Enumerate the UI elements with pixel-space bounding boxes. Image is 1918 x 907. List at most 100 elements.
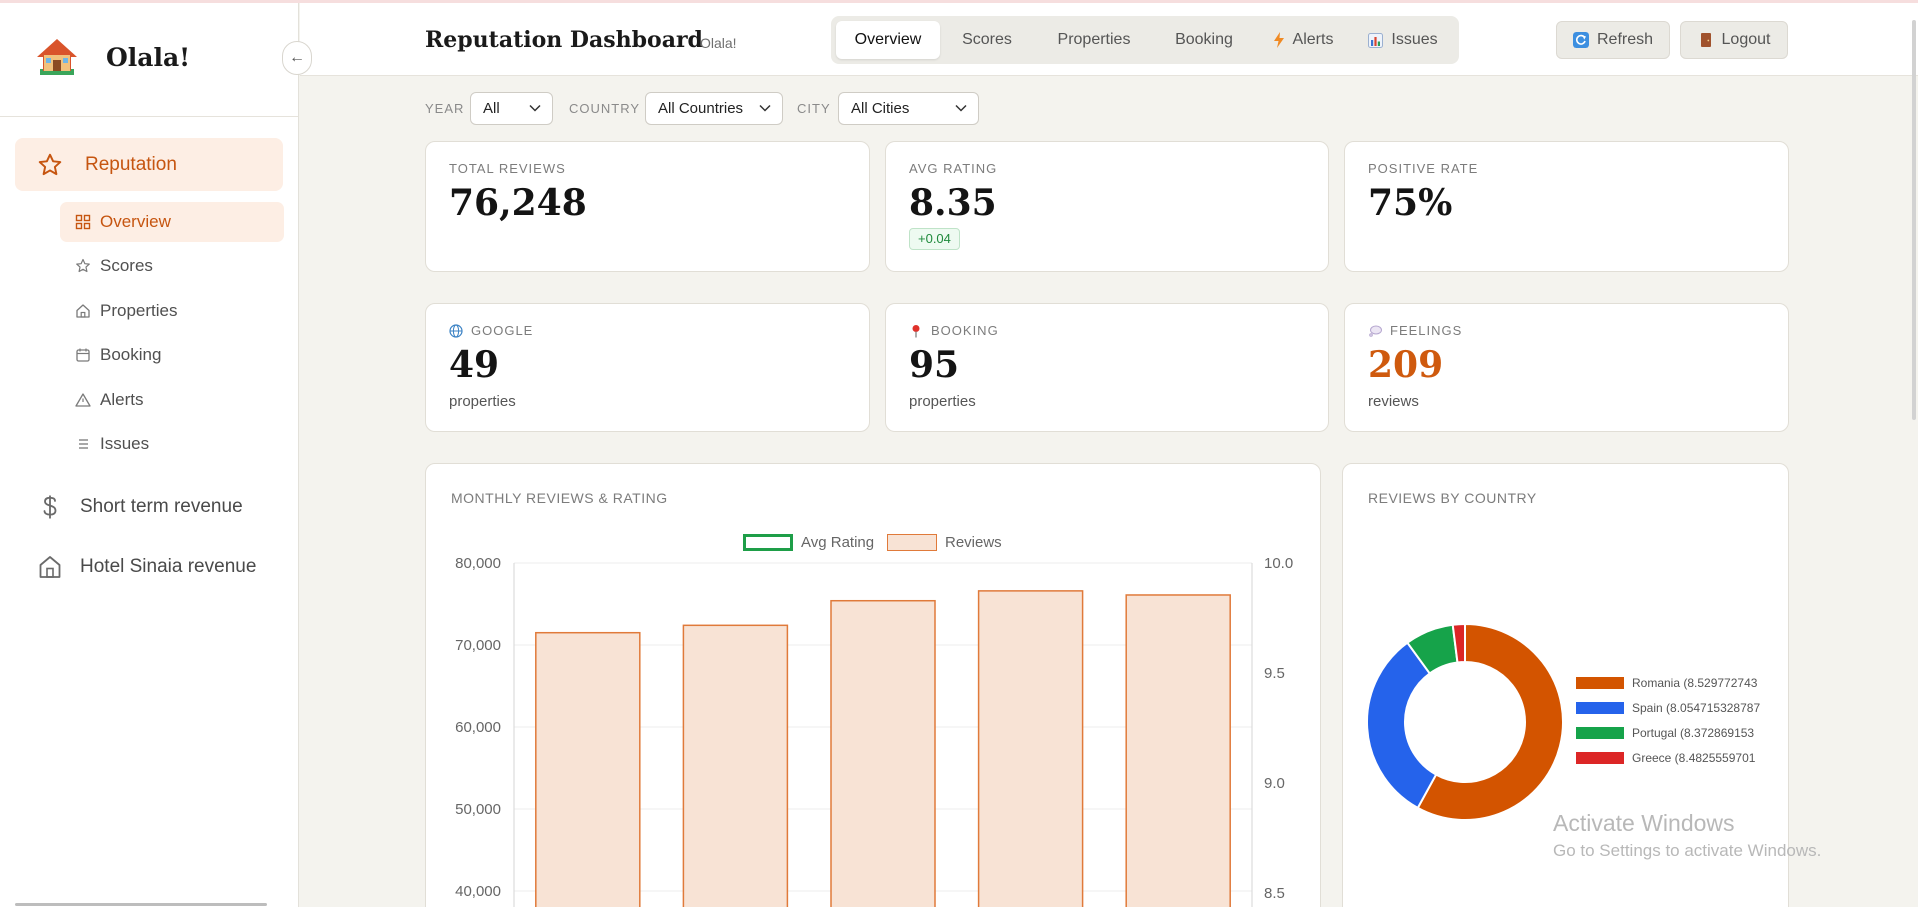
top-header: Reputation Dashboard Olala! Overview Sco…: [300, 3, 1918, 76]
sidebar-item-hotel-sinaia-revenue[interactable]: Hotel Sinaia revenue: [38, 554, 256, 580]
legend-item-greece[interactable]: Greece (8.4825559701: [1576, 751, 1755, 765]
sidebar-item-reputation[interactable]: Reputation: [15, 138, 283, 191]
warning-icon: [75, 393, 91, 407]
legend-label: Spain (8.054715328787: [1632, 701, 1761, 715]
stat-label: TOTAL REVIEWS: [449, 161, 566, 176]
sidebar: Olala! Reputation Overview Scores Proper…: [0, 3, 299, 907]
tab-issues[interactable]: Issues: [1353, 21, 1453, 59]
sidebar-collapse-button[interactable]: ←: [282, 41, 312, 75]
y-right-tick-label: 9.5: [1264, 665, 1285, 682]
sidebar-subitem-label: Alerts: [100, 390, 144, 409]
dollar-icon: [43, 495, 57, 519]
legend-swatch: [1576, 752, 1624, 764]
page-title: Reputation Dashboard: [425, 27, 703, 53]
sidebar-subitem-scores[interactable]: Scores: [60, 246, 284, 286]
tab-label: Issues: [1391, 31, 1438, 48]
tab-properties[interactable]: Properties: [1035, 21, 1153, 59]
sidebar-subitem-properties[interactable]: Properties: [60, 291, 284, 331]
reviews-bar: [535, 631, 641, 907]
list-icon: [79, 439, 88, 449]
reviews-bar: [1125, 594, 1231, 907]
tab-label: Booking: [1175, 31, 1233, 48]
stat-card-booking: BOOKING 95 properties: [885, 303, 1329, 432]
year-select[interactable]: All: [470, 92, 553, 125]
brand[interactable]: Olala!: [34, 35, 190, 79]
chart-title: REVIEWS BY COUNTRY: [1368, 490, 1537, 506]
city-select-value: All Cities: [851, 100, 910, 117]
tab-alerts[interactable]: Alerts: [1255, 21, 1351, 59]
y-right-tick-label: 9.0: [1264, 775, 1285, 792]
home-icon: [39, 556, 61, 578]
stat-label: AVG RATING: [909, 161, 998, 176]
windows-activation-watermark: Activate Windows Go to Settings to activ…: [1553, 810, 1821, 861]
stat-card-avg-rating: AVG RATING 8.35 +0.04: [885, 141, 1329, 272]
stat-value: 49: [449, 344, 500, 386]
tab-label: Alerts: [1292, 31, 1334, 48]
y-left-tick-label: 70,000: [455, 637, 501, 654]
tab-scores[interactable]: Scores: [941, 21, 1033, 59]
page-vertical-scrollbar[interactable]: [1912, 20, 1916, 420]
country-select[interactable]: All Countries: [645, 92, 783, 125]
logout-button[interactable]: Logout: [1680, 21, 1788, 59]
sidebar-subitem-label: Issues: [100, 434, 150, 453]
delta-badge: +0.04: [909, 228, 960, 250]
stat-label: POSITIVE RATE: [1368, 161, 1479, 176]
refresh-button[interactable]: Refresh: [1556, 21, 1670, 59]
legend-swatch: [1576, 727, 1624, 739]
reviews-bar: [682, 624, 789, 907]
y-left-tick-label: 60,000: [455, 719, 501, 736]
brand-name: Olala!: [106, 42, 191, 72]
tab-label: Properties: [1057, 31, 1131, 48]
y-right-tick-label: 10.0: [1264, 555, 1293, 572]
star-icon: [76, 258, 90, 273]
stat-label: GOOGLE: [471, 323, 534, 338]
sidebar-subitem-booking[interactable]: Booking: [60, 335, 284, 375]
chevron-down-icon: [955, 104, 967, 112]
sidebar-item-label: Reputation: [85, 153, 177, 175]
sidebar-subitem-label: Booking: [100, 345, 162, 364]
sidebar-subitem-label: Overview: [100, 212, 171, 231]
tab-overview[interactable]: Overview: [836, 21, 940, 59]
stat-value: 8.35: [909, 182, 997, 224]
stat-value: 76,248: [449, 182, 587, 224]
city-select[interactable]: All Cities: [838, 92, 979, 125]
stat-value: 95: [909, 344, 960, 386]
y-right-tick-label: 8.5: [1264, 885, 1285, 902]
filter-year-label: YEAR: [425, 101, 465, 116]
page-subtitle: Olala!: [700, 35, 737, 51]
home-icon: [76, 304, 90, 318]
legend-label: Greece (8.4825559701: [1632, 751, 1756, 765]
legend-item-spain[interactable]: Spain (8.054715328787: [1576, 701, 1760, 715]
stat-label: BOOKING: [931, 323, 999, 338]
legend-item-portugal[interactable]: Portugal (8.372869153: [1576, 726, 1754, 740]
sidebar-item-label: Hotel Sinaia revenue: [80, 556, 257, 577]
sidebar-item-short-term-revenue[interactable]: Short term revenue: [38, 494, 243, 520]
sidebar-subitem-label: Scores: [100, 256, 153, 275]
stat-label-row: FEELINGS: [1368, 323, 1462, 338]
tab-label: Scores: [962, 31, 1012, 48]
sidebar-subitem-overview[interactable]: Overview: [60, 202, 284, 242]
stat-card-feelings: FEELINGS 209 reviews: [1344, 303, 1789, 432]
sidebar-subitem-issues[interactable]: Issues: [60, 424, 284, 464]
watermark-subtitle: Go to Settings to activate Windows.: [1553, 841, 1822, 860]
y-left-tick-label: 40,000: [455, 883, 501, 900]
sidebar-subitem-alerts[interactable]: Alerts: [60, 380, 284, 420]
tab-booking[interactable]: Booking: [1155, 21, 1253, 59]
y-left-tick-label: 80,000: [455, 555, 501, 572]
country-donut-chart: [1366, 622, 1564, 821]
country-select-value: All Countries: [658, 100, 744, 117]
stat-unit: reviews: [1368, 393, 1419, 410]
chevron-left-icon: ←: [289, 49, 305, 66]
sidebar-horizontal-scrollbar[interactable]: [15, 903, 267, 906]
sidebar-item-label: Short term revenue: [80, 496, 243, 517]
stat-value: 209: [1368, 344, 1444, 386]
house-logo-icon: [37, 39, 77, 75]
legend-label: Romania (8.529772743: [1632, 676, 1758, 690]
chevron-down-icon: [759, 104, 771, 112]
refresh-label: Refresh: [1596, 31, 1654, 48]
grid-icon: [75, 214, 91, 230]
legend-item-romania[interactable]: Romania (8.529772743: [1576, 676, 1757, 690]
chevron-down-icon: [529, 104, 541, 112]
monthly-bar-chart: 80,000 70,000 60,000 50,000 40,000 10.0 9.5 9.0…: [455, 555, 1293, 907]
stat-card-google: GOOGLE 49 properties: [425, 303, 870, 432]
